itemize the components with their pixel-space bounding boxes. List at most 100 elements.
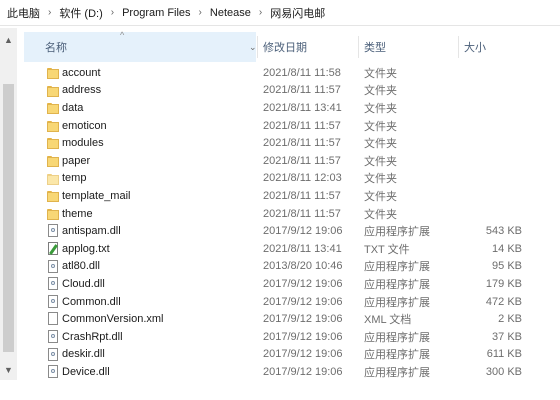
file-row[interactable]: temp 2021/8/11 12:03 文件夹 [24, 170, 560, 188]
xml-icon [46, 312, 60, 326]
file-row[interactable]: applog.txt 2021/8/11 13:41 TXT 文件 14 KB [24, 240, 560, 258]
file-row[interactable]: paper 2021/8/11 11:57 文件夹 [24, 152, 560, 170]
folder-icon [46, 207, 60, 221]
breadcrumb-separator-icon[interactable]: › [252, 7, 269, 18]
file-row[interactable]: template_mail 2021/8/11 11:57 文件夹 [24, 187, 560, 205]
file-type: 文件夹 [364, 208, 397, 221]
folder-icon [46, 154, 60, 168]
scrollbar-thumb[interactable] [3, 84, 14, 352]
file-row[interactable]: Common.dll 2017/9/12 19:06 应用程序扩展 472 KB [24, 293, 560, 311]
file-modified-date: 2021/8/11 11:57 [263, 189, 341, 202]
file-row[interactable]: Cloud.dll 2017/9/12 19:06 应用程序扩展 179 KB [24, 275, 560, 293]
dll-icon [46, 259, 60, 274]
column-header-date[interactable]: 修改日期 [263, 32, 358, 62]
file-modified-date: 2021/8/11 13:41 [263, 101, 342, 114]
breadcrumb-drive-d[interactable]: 软件 (D:) [58, 5, 103, 21]
file-name: theme [62, 207, 93, 220]
file-type: 应用程序扩展 [364, 331, 430, 344]
file-name: atl80.dll [62, 260, 100, 273]
file-modified-date: 2017/9/12 19:06 [263, 225, 343, 238]
file-type: 文件夹 [364, 190, 397, 203]
dll-icon [46, 224, 60, 238]
file-row[interactable]: Device.dll 2017/9/12 19:06 应用程序扩展 300 KB [24, 363, 560, 381]
file-size: 95 KB [492, 260, 522, 273]
file-name: Cloud.dll [62, 277, 105, 290]
breadcrumb-separator-icon[interactable]: › [192, 7, 209, 18]
file-row[interactable]: deskir.dll 2017/9/12 19:06 应用程序扩展 611 KB [24, 346, 560, 364]
file-type: TXT 文件 [364, 243, 410, 256]
file-type: 应用程序扩展 [364, 349, 430, 362]
file-name: modules [62, 137, 104, 150]
file-row[interactable]: CrashRpt.dll 2017/9/12 19:06 应用程序扩展 37 KB [24, 328, 560, 346]
file-size: 37 KB [492, 330, 522, 343]
sort-ascending-icon: ^ [120, 30, 125, 40]
file-type: 文件夹 [364, 102, 397, 115]
file-name: applog.txt [62, 242, 110, 255]
folder-icon [46, 119, 60, 133]
column-header-size[interactable]: 大小 [464, 32, 559, 62]
file-type: 应用程序扩展 [364, 226, 430, 239]
file-name: antispam.dll [62, 225, 121, 238]
file-type: 文件夹 [364, 155, 397, 168]
breadcrumb-program-files[interactable]: Program Files [121, 7, 191, 19]
file-row[interactable]: data 2021/8/11 13:41 文件夹 [24, 99, 560, 117]
column-header-type-label: 类型 [364, 42, 386, 54]
file-size: 300 KB [485, 365, 522, 378]
column-divider[interactable] [257, 36, 258, 58]
file-name: paper [62, 154, 91, 167]
file-size: 179 KB [485, 277, 522, 290]
file-modified-date: 2017/9/12 19:06 [263, 365, 343, 378]
breadcrumb-separator-icon[interactable]: › [104, 7, 121, 18]
file-name: Device.dll [62, 365, 110, 378]
file-modified-date: 2021/8/11 11:57 [263, 84, 341, 97]
file-size: 14 KB [492, 242, 522, 255]
file-row[interactable]: address 2021/8/11 11:57 文件夹 [24, 82, 560, 100]
file-modified-date: 2021/8/11 11:57 [263, 154, 341, 167]
breadcrumb-netease[interactable]: Netease [209, 7, 252, 19]
scroll-down-arrow-icon[interactable]: ▼ [0, 362, 17, 378]
folder-light-icon [46, 172, 60, 186]
column-divider[interactable] [458, 36, 459, 58]
file-modified-date: 2021/8/11 11:57 [263, 137, 341, 150]
file-name: emoticon [62, 119, 107, 132]
file-type: 文件夹 [364, 173, 397, 186]
file-modified-date: 2017/9/12 19:06 [263, 295, 343, 308]
column-header-row: 名称 ^ ⌄ 修改日期 类型 大小 [24, 30, 560, 62]
file-row[interactable]: modules 2021/8/11 11:57 文件夹 [24, 134, 560, 152]
file-type: 文件夹 [364, 85, 397, 98]
file-name: account [62, 66, 101, 79]
column-divider[interactable] [358, 36, 359, 58]
file-modified-date: 2013/8/20 10:46 [263, 260, 343, 273]
file-type: 应用程序扩展 [364, 261, 430, 274]
column-header-name[interactable]: 名称 ^ [24, 30, 256, 62]
file-type: 应用程序扩展 [364, 296, 430, 309]
file-modified-date: 2017/9/12 19:06 [263, 313, 343, 326]
column-dropdown-chevron-icon[interactable]: ⌄ [249, 42, 257, 53]
file-type: 文件夹 [364, 120, 397, 133]
file-type: XML 文档 [364, 314, 412, 327]
dll-icon [46, 365, 60, 379]
vertical-scrollbar[interactable]: ▲ ▼ [0, 28, 17, 380]
scroll-up-arrow-icon[interactable]: ▲ [0, 32, 17, 48]
column-header-type[interactable]: 类型 [364, 32, 459, 62]
breadcrumb-separator-icon[interactable]: › [41, 7, 58, 18]
column-header-name-label: 名称 [45, 42, 67, 54]
file-row[interactable]: account 2021/8/11 11:58 文件夹 [24, 64, 560, 82]
dll-icon [46, 277, 60, 291]
folder-icon [46, 66, 60, 80]
file-row[interactable]: theme 2021/8/11 11:57 文件夹 [24, 205, 560, 223]
breadcrumb-current-folder[interactable]: 网易闪电邮 [269, 5, 326, 21]
file-row[interactable]: CommonVersion.xml 2017/9/12 19:06 XML 文档 2 … [24, 310, 560, 328]
file-name: CommonVersion.xml [62, 313, 164, 326]
file-row[interactable]: atl80.dll 2013/8/20 10:46 应用程序扩展 95 KB [24, 258, 560, 276]
file-name: Common.dll [62, 295, 121, 308]
dll-icon [46, 329, 60, 344]
file-type: 文件夹 [364, 67, 397, 80]
file-modified-date: 2021/8/11 12:03 [263, 172, 342, 185]
file-row[interactable]: emoticon 2021/8/11 11:57 文件夹 [24, 117, 560, 135]
file-modified-date: 2021/8/11 11:57 [263, 207, 341, 220]
column-header-date-label: 修改日期 [263, 42, 307, 54]
file-row[interactable]: antispam.dll 2017/9/12 19:06 应用程序扩展 543 KB [24, 222, 560, 240]
file-modified-date: 2021/8/11 11:58 [263, 66, 341, 79]
breadcrumb-this-pc[interactable]: 此电脑 [6, 5, 41, 21]
